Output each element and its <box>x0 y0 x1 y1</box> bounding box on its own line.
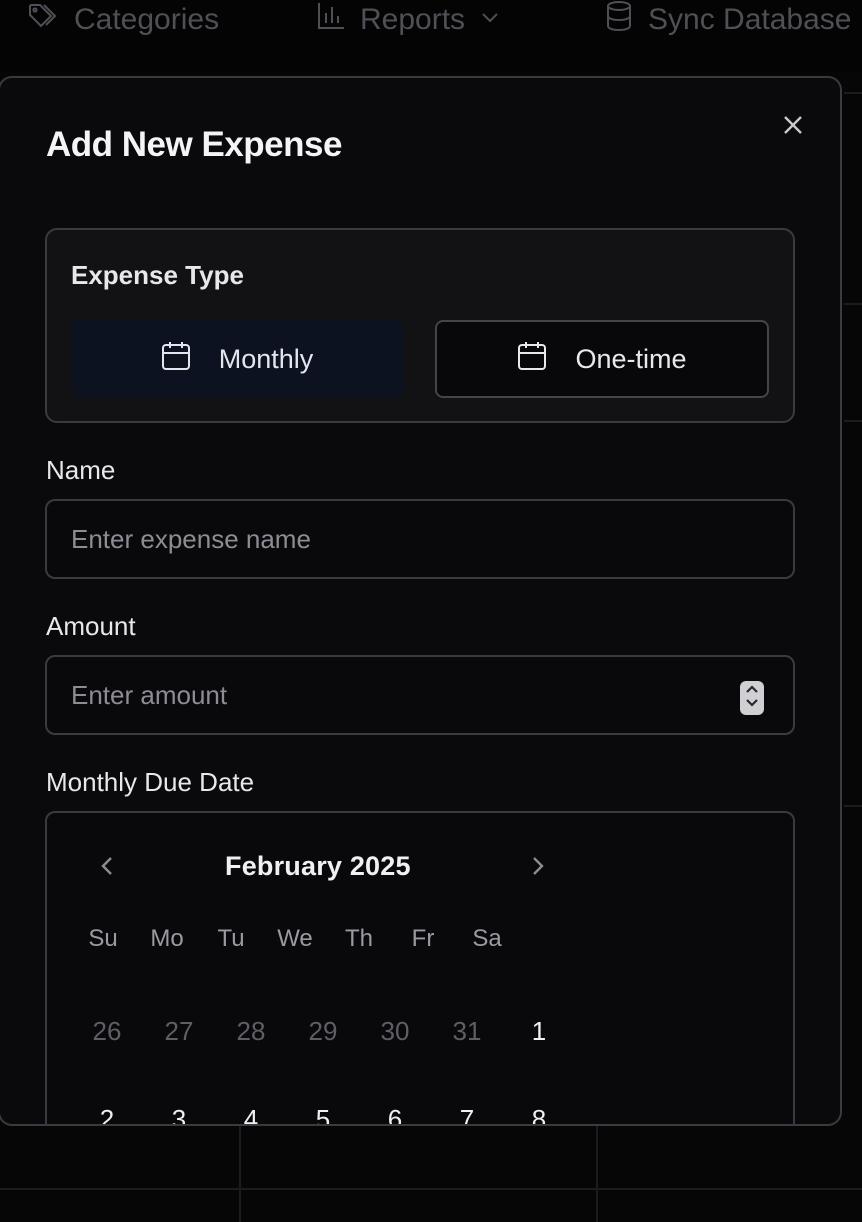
background-divider <box>844 420 862 422</box>
expense-type-monthly-button[interactable]: Monthly <box>71 320 403 398</box>
next-month-button[interactable] <box>523 853 553 883</box>
nav-item-sync-database[interactable]: Sync Database <box>604 0 851 40</box>
expense-type-card: Expense Type Monthly One-time <box>45 228 795 423</box>
calendar-day-outside[interactable]: 29 <box>293 1003 353 1059</box>
background-divider <box>844 805 862 807</box>
close-button[interactable] <box>778 112 808 142</box>
due-date-label: Monthly Due Date <box>46 767 255 797</box>
amount-stepper[interactable] <box>740 681 764 715</box>
calendar-day[interactable]: 6 <box>365 1091 425 1125</box>
calendar-day-outside[interactable]: 28 <box>221 1003 281 1059</box>
database-icon <box>604 0 634 40</box>
chevron-right-icon <box>529 854 547 883</box>
tag-icon <box>28 2 60 38</box>
calendar-month-label: February 2025 <box>225 851 411 881</box>
stepper-icon <box>744 682 760 715</box>
dialog-title: Add New Expense <box>46 125 342 164</box>
name-label: Name <box>46 455 116 485</box>
background-divider <box>844 303 862 305</box>
weekday-label: Sa <box>472 925 502 952</box>
nav-item-reports[interactable]: Reports <box>316 0 501 40</box>
due-date-calendar: February 2025 Su Mo Tu We Th Fr Sa 26 27 28 29 30 3… <box>45 811 795 1125</box>
expense-type-one-time-button[interactable]: One-time <box>435 320 769 398</box>
one-time-label: One-time <box>575 343 687 374</box>
nav-item-categories[interactable]: Categories <box>28 0 219 40</box>
calendar-day-outside[interactable]: 26 <box>77 1003 137 1059</box>
weekday-label: Th <box>344 925 373 952</box>
bar-chart-icon <box>316 1 346 39</box>
calendar-day[interactable]: 1 <box>509 1003 569 1059</box>
close-icon <box>781 113 805 142</box>
nav-categories-label: Categories <box>74 3 220 36</box>
calendar-day[interactable]: 8 <box>509 1091 569 1125</box>
calendar-day[interactable]: 3 <box>149 1091 209 1125</box>
amount-input[interactable] <box>45 655 795 735</box>
weekday-label: Su <box>88 925 118 952</box>
background-divider <box>0 1188 862 1190</box>
expense-name-input[interactable] <box>45 499 795 579</box>
calendar-icon <box>161 340 191 379</box>
background-divider <box>844 92 862 94</box>
background-divider <box>239 1126 241 1222</box>
add-expense-dialog: Add New Expense Expense Type Monthly One… <box>0 76 842 1126</box>
weekday-label: Tu <box>217 925 245 952</box>
calendar-day[interactable]: 2 <box>77 1091 137 1125</box>
expense-type-label: Expense Type <box>71 260 244 290</box>
calendar-day[interactable]: 4 <box>221 1091 281 1125</box>
weekday-label: Mo <box>150 925 184 952</box>
calendar-day-outside[interactable]: 31 <box>437 1003 497 1059</box>
page: Categories Reports Sync Database Add New… <box>0 0 862 1222</box>
background-divider <box>596 1126 598 1222</box>
nav-sync-label: Sync Database <box>648 3 852 36</box>
calendar-day[interactable]: 5 <box>293 1091 353 1125</box>
previous-month-button[interactable] <box>92 853 122 883</box>
chevron-left-icon <box>98 854 116 883</box>
monthly-label: Monthly <box>218 343 314 374</box>
calendar-day[interactable]: 7 <box>437 1091 497 1125</box>
chevron-down-icon <box>479 3 501 37</box>
top-navigation: Categories Reports Sync Database <box>0 0 862 72</box>
calendar-day-outside[interactable]: 27 <box>149 1003 209 1059</box>
weekday-label: Fr <box>411 925 435 952</box>
calendar-day-outside[interactable]: 30 <box>365 1003 425 1059</box>
weekday-label: We <box>277 925 313 952</box>
calendar-icon <box>517 340 547 379</box>
amount-label: Amount <box>46 611 136 641</box>
nav-reports-label: Reports <box>360 3 466 36</box>
